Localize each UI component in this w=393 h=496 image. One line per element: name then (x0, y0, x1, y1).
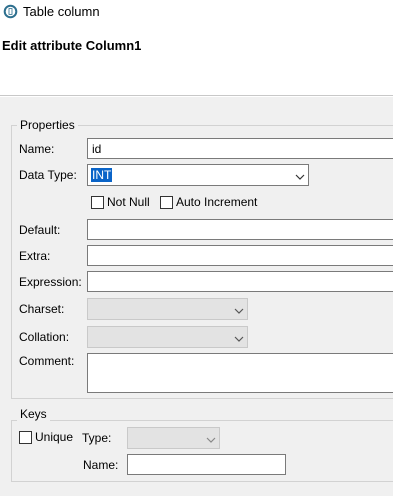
chevron-down-icon (206, 433, 216, 443)
dialog-header: Edit attribute Column1 (0, 24, 393, 96)
name-label: Name: (19, 142, 55, 156)
unique-checkbox[interactable] (19, 431, 32, 444)
not-null-label: Not Null (107, 195, 150, 209)
extra-label: Extra: (19, 249, 51, 263)
key-type-label: Type: (82, 431, 112, 445)
extra-field[interactable] (87, 245, 393, 266)
properties-legend: Properties (17, 118, 78, 132)
unique-label: Unique (35, 430, 74, 444)
data-type-value: INT (91, 168, 113, 182)
keys-legend: Keys (17, 407, 50, 421)
comment-field[interactable] (87, 353, 393, 393)
key-type-combo[interactable] (127, 427, 220, 449)
chevron-down-icon (234, 304, 244, 314)
not-null-checkbox[interactable] (91, 196, 104, 209)
key-name-label: Name: (83, 458, 119, 472)
column-icon (3, 4, 18, 19)
auto-increment-label: Auto Increment (176, 195, 258, 209)
default-label: Default: (19, 223, 61, 237)
default-field[interactable] (87, 219, 393, 240)
collation-combo[interactable] (87, 326, 248, 348)
name-value: id (92, 142, 102, 156)
key-name-field[interactable] (127, 454, 286, 475)
expression-field[interactable] (87, 271, 393, 292)
window-title: Table column (23, 4, 100, 19)
dialog-content: Properties Name: id Data Type: INT Not N… (0, 97, 393, 496)
collation-label: Collation: (19, 330, 70, 344)
data-type-combo[interactable]: INT (87, 164, 309, 186)
title-bar: Table column (0, 0, 393, 24)
comment-label: Comment: (19, 354, 75, 368)
charset-label: Charset: (19, 302, 65, 316)
chevron-down-icon (295, 170, 305, 180)
charset-combo[interactable] (87, 298, 248, 320)
name-field[interactable]: id (87, 138, 393, 159)
data-type-label: Data Type: (19, 168, 77, 182)
expression-label: Expression: (19, 275, 82, 289)
auto-increment-checkbox[interactable] (160, 196, 173, 209)
dialog-heading: Edit attribute Column1 (2, 38, 142, 53)
chevron-down-icon (234, 332, 244, 342)
